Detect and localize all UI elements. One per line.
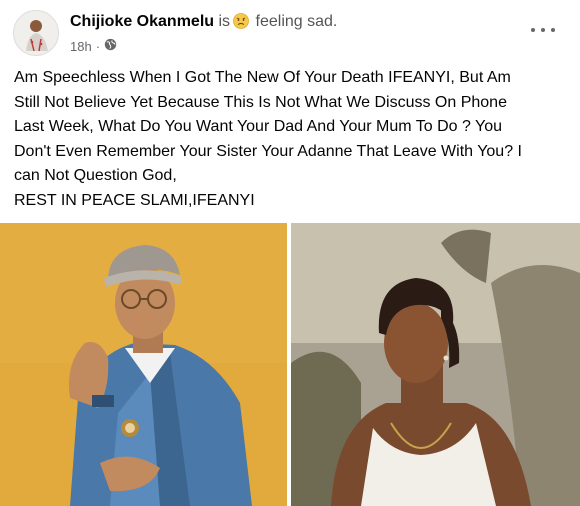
- post-time[interactable]: 18h: [70, 39, 92, 54]
- post-text-line: Am Speechless When I Got The New Of Your…: [14, 69, 511, 86]
- sad-face-emoji-icon: [233, 13, 249, 29]
- feeling-value: sad.: [307, 13, 338, 30]
- post-header: Chijioke Okanmelu is feeling sad. 18h ·: [0, 0, 580, 64]
- feeling-label: feeling: [255, 13, 303, 30]
- post-text-line: can Not Question God,: [14, 167, 177, 184]
- more-options-button[interactable]: [531, 22, 555, 38]
- post-photo-right[interactable]: [291, 223, 580, 506]
- author-name[interactable]: Chijioke Okanmelu: [70, 13, 214, 30]
- post-meta: 18h ·: [70, 38, 117, 54]
- more-dot-icon: [541, 28, 545, 32]
- author-line: Chijioke Okanmelu is feeling sad.: [70, 13, 337, 31]
- photo-grid: [0, 223, 580, 506]
- post-text-line: Last Week, What Do You Want Your Dad And…: [14, 118, 503, 135]
- post-text-line: Still Not Believe Yet Because This Is No…: [14, 93, 507, 111]
- author-avatar[interactable]: [13, 10, 59, 56]
- meta-dot: ·: [95, 38, 101, 54]
- is-label: is: [218, 13, 231, 30]
- more-dot-icon: [551, 28, 555, 32]
- more-dot-icon: [531, 28, 535, 32]
- post-text-line: Don't Even Remember Your Sister Your Ada…: [14, 142, 522, 160]
- post-text-line: REST IN PEACE SLAMI,IFEANYI: [14, 191, 255, 209]
- post-message: Am Speechless When I Got The New Of Your…: [14, 66, 574, 213]
- post-photo-left[interactable]: [0, 223, 287, 506]
- globe-icon[interactable]: [104, 38, 117, 54]
